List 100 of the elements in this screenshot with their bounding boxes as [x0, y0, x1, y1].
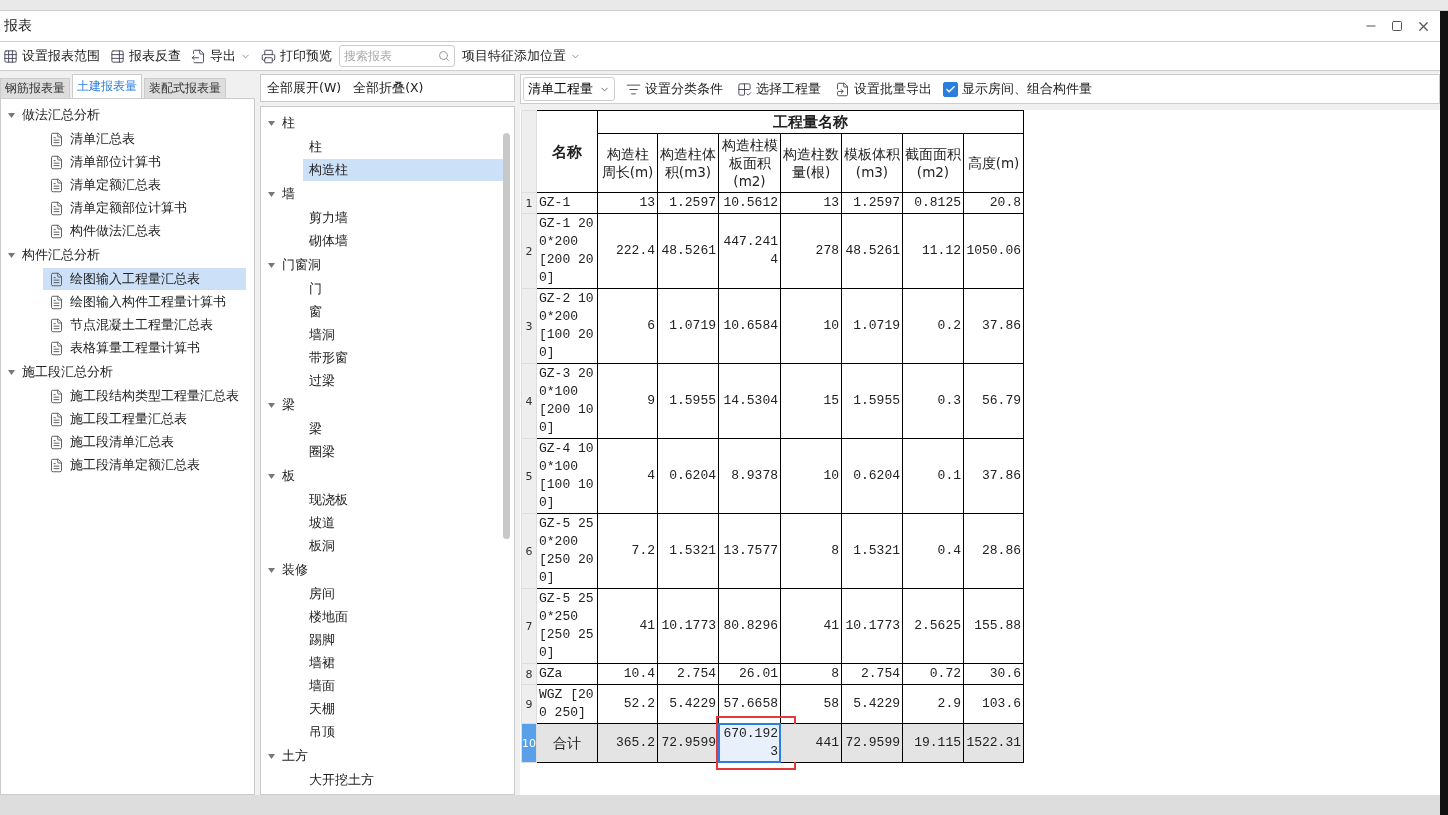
- tree-group[interactable]: 施工段汇总分析: [22, 363, 113, 381]
- tree-group[interactable]: 梁: [282, 396, 295, 414]
- table-cell: 41: [597, 588, 658, 664]
- collapse-caret-icon[interactable]: [267, 118, 276, 128]
- table-cell: 1.5955: [657, 363, 719, 439]
- tree-item[interactable]: 构造柱: [303, 159, 506, 181]
- tree-item[interactable]: 房间: [303, 583, 506, 605]
- tree-item[interactable]: 施工段工程量汇总表: [43, 408, 246, 430]
- collapse-caret-icon[interactable]: [267, 400, 276, 410]
- table-cell: 447.2414: [718, 213, 781, 289]
- row-number: 8: [521, 663, 537, 685]
- tree-group[interactable]: 装修: [282, 561, 308, 579]
- tree-item[interactable]: 门: [303, 278, 506, 300]
- tree-item[interactable]: 踢脚: [303, 629, 506, 651]
- report-tab[interactable]: 土建报表量: [72, 74, 142, 98]
- tree-item[interactable]: 表格算量工程量计算书: [43, 337, 246, 359]
- tree-item[interactable]: 清单汇总表: [43, 128, 246, 150]
- tree-item[interactable]: 砌体墙: [303, 230, 506, 252]
- tree-item[interactable]: 施工段结构类型工程量汇总表: [43, 385, 246, 407]
- position-dropdown[interactable]: 项目特征添加位置: [459, 44, 584, 68]
- collapse-caret-icon[interactable]: [267, 751, 276, 761]
- table-cell: 10.1773: [841, 588, 903, 664]
- toolbar-button[interactable]: 设置报表范围: [0, 44, 103, 68]
- tree-item[interactable]: 板洞: [303, 535, 506, 557]
- tree-item[interactable]: 带形窗: [303, 347, 506, 369]
- tree-item[interactable]: 过梁: [303, 370, 506, 392]
- collapse-caret-icon[interactable]: [267, 471, 276, 481]
- export-dropdown[interactable]: 导出: [188, 44, 254, 68]
- tree-group[interactable]: 土方: [282, 747, 308, 765]
- tree-item[interactable]: 绘图输入工程量汇总表: [43, 268, 246, 290]
- tree-item[interactable]: 楼地面: [303, 606, 506, 628]
- tree-item[interactable]: 墙裙: [303, 652, 506, 674]
- show-rooms-checkbox[interactable]: [943, 81, 958, 97]
- table-cell: 5.4229: [657, 684, 719, 724]
- table-cell: 41: [780, 588, 842, 664]
- row-number: 3: [521, 288, 537, 364]
- collapse-all-link[interactable]: 全部折叠(X): [353, 79, 424, 97]
- tree-group[interactable]: 构件汇总分析: [22, 246, 100, 264]
- toolbar-button[interactable]: 报表反查: [107, 44, 184, 68]
- tree-item[interactable]: 天棚: [303, 698, 506, 720]
- table-cell: 0.2: [902, 288, 964, 364]
- tree-item[interactable]: 柱: [303, 136, 506, 158]
- collapse-caret-icon[interactable]: [267, 565, 276, 575]
- selected-cell[interactable]: 670.1923: [718, 723, 781, 763]
- table-cell: 7.2: [597, 513, 658, 589]
- scrollbar-thumb[interactable]: [503, 133, 510, 539]
- tree-group[interactable]: 柱: [282, 114, 295, 132]
- collapse-caret-icon[interactable]: [7, 250, 16, 260]
- table-cell: 0.3: [902, 363, 964, 439]
- tree-item[interactable]: 施工段清单汇总表: [43, 431, 246, 453]
- tree-item[interactable]: 清单部位计算书: [43, 151, 246, 173]
- tree-group[interactable]: 门窗洞: [282, 256, 321, 274]
- tree-item[interactable]: 窗: [303, 301, 506, 323]
- tree-item[interactable]: 节点混凝土工程量汇总表: [43, 314, 246, 336]
- toolbar-button[interactable]: 设置分类条件: [623, 77, 726, 101]
- tree-group[interactable]: 墙: [282, 185, 295, 203]
- tree-group[interactable]: 板: [282, 467, 295, 485]
- table-cell: GZ-5 250*250 [250 250]: [536, 588, 598, 664]
- toolbar-button[interactable]: 打印预览: [258, 44, 335, 68]
- collapse-caret-icon[interactable]: [7, 367, 16, 377]
- tree-item[interactable]: 构件做法汇总表: [43, 220, 246, 242]
- report-icon: [49, 388, 64, 404]
- table-cell: GZ-1 200*200 [200 200]: [536, 213, 598, 289]
- report-icon: [49, 177, 64, 193]
- tree-item[interactable]: 清单定额汇总表: [43, 174, 246, 196]
- table-cell: 365.2: [597, 723, 658, 763]
- table-cell: 合计: [536, 723, 598, 763]
- table-cell: GZ-2 100*200 [100 200]: [536, 288, 598, 364]
- toolbar-button[interactable]: 设置批量导出: [832, 77, 935, 101]
- tree-item[interactable]: 大开挖土方: [303, 769, 506, 791]
- table-cell: 37.86: [963, 288, 1024, 364]
- tree-item[interactable]: 吊顶: [303, 721, 506, 743]
- tree-item[interactable]: 绘图输入构件工程量计算书: [43, 291, 246, 313]
- table-cell: 2.5625: [902, 588, 964, 664]
- collapse-caret-icon[interactable]: [7, 110, 16, 120]
- tree-item[interactable]: 施工段清单定额汇总表: [43, 454, 246, 476]
- report-icon: [49, 154, 64, 170]
- tree-item[interactable]: 坡道: [303, 512, 506, 534]
- toolbar-button[interactable]: 选择工程量: [734, 77, 824, 101]
- tree-item[interactable]: 圈梁: [303, 441, 506, 463]
- tree-item[interactable]: 现浇板: [303, 489, 506, 511]
- table-cell: 1.0719: [841, 288, 903, 364]
- report-tab[interactable]: 装配式报表量: [144, 78, 226, 98]
- table-cell: 56.79: [963, 363, 1024, 439]
- table-cell: 52.2: [597, 684, 658, 724]
- collapse-caret-icon[interactable]: [267, 260, 276, 270]
- tree-item[interactable]: 清单定额部位计算书: [43, 197, 246, 219]
- search-icon: [438, 50, 450, 62]
- tree-item[interactable]: 墙洞: [303, 324, 506, 346]
- collapse-caret-icon[interactable]: [267, 189, 276, 199]
- table-cell: 6: [597, 288, 658, 364]
- report-tab[interactable]: 钢筋报表量: [0, 78, 70, 98]
- search-field[interactable]: 搜索报表: [339, 45, 455, 67]
- table-cell: 10.6584: [718, 288, 781, 364]
- tree-item[interactable]: 剪力墙: [303, 207, 506, 229]
- tree-item[interactable]: 墙面: [303, 675, 506, 697]
- tree-group[interactable]: 做法汇总分析: [22, 106, 100, 124]
- tree-item[interactable]: 梁: [303, 418, 506, 440]
- quantity-dropdown[interactable]: 清单工程量: [523, 77, 615, 101]
- expand-all-link[interactable]: 全部展开(W): [267, 79, 342, 97]
